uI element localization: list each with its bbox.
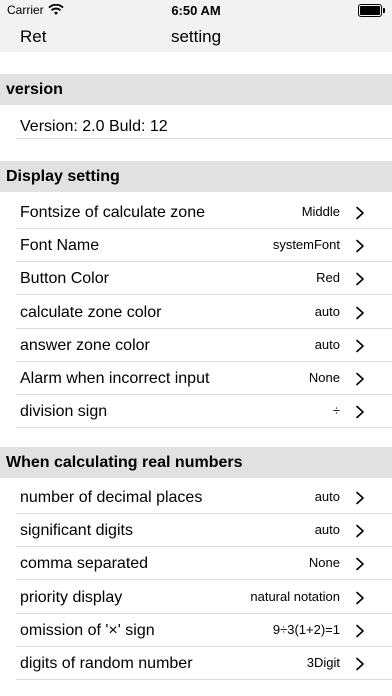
clock-time: 6:50 AM bbox=[171, 3, 221, 18]
row-label: omission of '×' sign bbox=[20, 621, 155, 639]
row-label: significant digits bbox=[20, 522, 133, 540]
chevron-right-icon bbox=[354, 657, 366, 671]
battery-level bbox=[360, 6, 380, 15]
row-label: digits of random number bbox=[20, 655, 193, 672]
section-header-version: version bbox=[0, 74, 392, 105]
row-label: division sign bbox=[20, 403, 108, 421]
chevron-right-icon bbox=[354, 557, 366, 571]
row-value: 3Digit bbox=[306, 655, 340, 670]
settings-row-digits-of-random-number[interactable]: digits of random number 3Digit bbox=[0, 647, 392, 680]
settings-row-priority-display[interactable]: priority display natural notation bbox=[0, 581, 392, 614]
row-value: Red bbox=[316, 270, 340, 286]
battery-icon bbox=[358, 4, 385, 17]
settings-row-alarm-when-incorrect-input[interactable]: Alarm when incorrect input None bbox=[0, 362, 392, 395]
settings-row-number-of-decimal-places[interactable]: number of decimal places auto bbox=[0, 481, 392, 514]
row-value: 9÷3(1+2)=1 bbox=[272, 621, 340, 637]
row-separator bbox=[16, 679, 392, 680]
row-value: auto bbox=[314, 303, 340, 319]
settings-row-comma-separated[interactable]: comma separated None bbox=[0, 547, 392, 581]
row-value: systemFont bbox=[272, 237, 340, 253]
section-header-real-numbers: When calculating real numbers bbox=[0, 447, 392, 478]
version-row: Version: 2.0 Buld: 12 bbox=[0, 109, 392, 139]
settings-row-omission-of-sign[interactable]: omission of '×' sign 9÷3(1+2)=1 bbox=[0, 614, 392, 647]
chevron-right-icon bbox=[354, 306, 366, 320]
row-value: auto bbox=[314, 522, 340, 538]
chevron-right-icon bbox=[354, 339, 366, 353]
section-title: version bbox=[6, 81, 63, 98]
row-label: priority display bbox=[20, 588, 123, 606]
settings-row-significant-digits[interactable]: significant digits auto bbox=[0, 514, 392, 548]
row-value: None bbox=[308, 370, 340, 385]
row-value: auto bbox=[314, 489, 340, 504]
row-label: calculate zone color bbox=[20, 303, 162, 321]
chevron-right-icon bbox=[354, 591, 366, 605]
row-label: Button Color bbox=[20, 270, 109, 288]
status-bar: Carrier 6:50 AM bbox=[0, 0, 392, 22]
chevron-right-icon bbox=[354, 524, 366, 538]
row-label: number of decimal places bbox=[20, 489, 203, 506]
chevron-right-icon bbox=[354, 624, 366, 638]
row-label: Font Name bbox=[20, 237, 100, 255]
row-value: natural notation bbox=[250, 588, 340, 604]
row-separator bbox=[16, 138, 392, 139]
settings-row-fontsize-of-calculate-zone[interactable]: Fontsize of calculate zone Middle bbox=[0, 196, 392, 229]
section-title: Display setting bbox=[6, 168, 120, 185]
row-value: auto bbox=[314, 336, 340, 352]
nav-bar: Ret setting bbox=[0, 22, 392, 52]
settings-row-font-name[interactable]: Font Name systemFont bbox=[0, 229, 392, 263]
chevron-right-icon bbox=[354, 206, 366, 220]
settings-row-button-color[interactable]: Button Color Red bbox=[0, 262, 392, 296]
settings-row-answer-zone-color[interactable]: answer zone color auto bbox=[0, 329, 392, 362]
version-text: Version: 2.0 Buld: 12 bbox=[20, 118, 168, 135]
row-label: comma separated bbox=[20, 555, 149, 573]
settings-row-calculate-zone-color[interactable]: calculate zone color auto bbox=[0, 296, 392, 329]
chevron-right-icon bbox=[354, 405, 366, 419]
settings-row-division-sign[interactable]: division sign ÷ bbox=[0, 395, 392, 429]
row-label: Fontsize of calculate zone bbox=[20, 204, 205, 221]
row-label: Alarm when incorrect input bbox=[20, 370, 210, 387]
chevron-right-icon bbox=[354, 372, 366, 386]
chevron-right-icon bbox=[354, 239, 366, 253]
row-separator bbox=[16, 427, 392, 429]
chevron-right-icon bbox=[354, 491, 366, 505]
row-value: None bbox=[308, 555, 340, 571]
section-header-display: Display setting bbox=[0, 161, 392, 192]
page-title: setting bbox=[170, 27, 222, 46]
row-label: answer zone color bbox=[20, 336, 150, 354]
chevron-right-icon bbox=[354, 272, 366, 286]
section-title: When calculating real numbers bbox=[6, 454, 243, 471]
row-value: ÷ bbox=[332, 403, 340, 419]
row-value: Middle bbox=[301, 204, 340, 219]
